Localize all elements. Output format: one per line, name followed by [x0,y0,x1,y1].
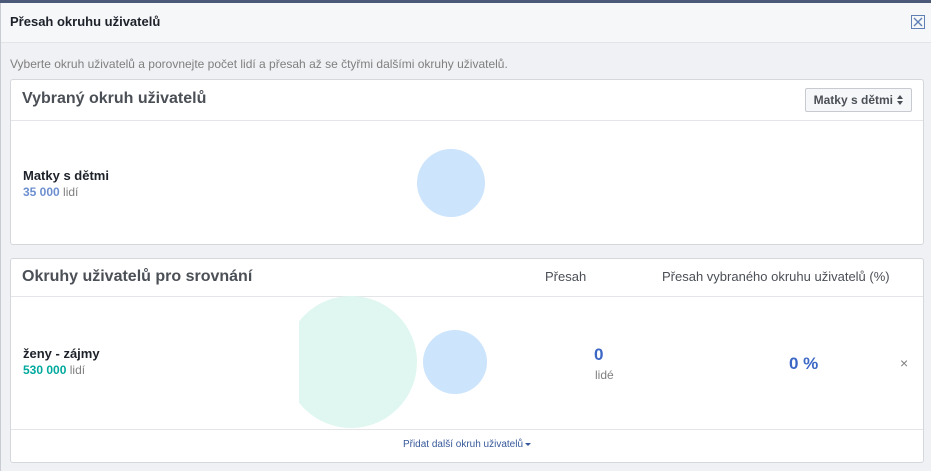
selected-audience-circle [417,149,485,217]
dialog-title: Přesah okruhu uživatelů [10,14,161,29]
comparison-header: Okruhy uživatelů pro srovnání Přesah Pře… [11,259,923,297]
overlap-percent: 0 % [789,354,819,373]
updown-arrows-icon [897,95,903,105]
dialog-header: Přesah okruhu uživatelů [1,3,931,43]
selected-audience-title: Vybraný okruh uživatelů [22,90,207,107]
audience-overlap-dialog: Přesah okruhu uživatelů Vyberte okruh už… [0,3,931,471]
comparison-audience-count: 530 000 [23,363,67,377]
close-icon[interactable] [911,15,925,29]
selected-audience-small-circle [423,330,487,394]
comparison-card: Okruhy uživatelů pro srovnání Přesah Pře… [10,258,924,463]
overlap-column-header: Přesah [545,269,587,284]
comparison-title: Okruhy uživatelů pro srovnání [22,268,253,285]
remove-audience-icon[interactable]: × [900,355,908,371]
caret-down-icon [525,442,532,446]
overlap-value: 0 [594,345,604,364]
divider [11,429,923,430]
comparison-audience-size: 530 000 lidí [23,363,85,377]
add-audience-link[interactable]: Přidat další okruh uživatelů [11,439,923,450]
audience-select-value: Matky s dětmi [813,93,893,107]
add-audience-label: Přidat další okruh uživatelů [402,439,524,450]
selected-audience-name: Matky s dětmi [23,168,109,183]
dialog-description: Vyberte okruh uživatelů a porovnejte poč… [10,57,508,71]
selected-audience-count: 35 000 [23,185,60,199]
overlap-unit: lidé [595,368,614,382]
overlap-percent-column-header: Přesah vybraného okruhu uživatelů (%) [662,269,890,284]
selected-audience-unit: lidí [63,185,79,199]
selected-audience-header: Vybraný okruh uživatelů Matky s dětmi [11,80,923,121]
comparison-audience-circle [299,296,417,428]
audience-select-dropdown[interactable]: Matky s dětmi [804,88,912,112]
selected-audience-size: 35 000 lidí [23,185,78,199]
overlap-venn-diagram [299,296,487,428]
comparison-audience-name: ženy - zájmy [23,346,100,361]
selected-audience-card: Vybraný okruh uživatelů Matky s dětmi Ma… [10,79,924,245]
comparison-audience-unit: lidí [69,363,86,377]
